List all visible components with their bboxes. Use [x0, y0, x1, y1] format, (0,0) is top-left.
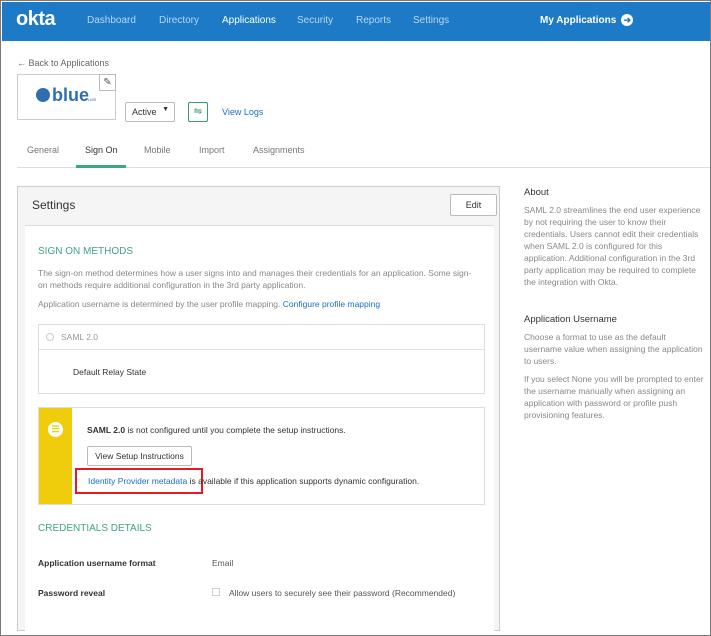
profile-mapping-text: Application username is determined by th… [38, 298, 498, 310]
sign-on-desc-line1: The sign-on method determines how a user… [38, 268, 472, 278]
nav-directory[interactable]: Directory [159, 15, 199, 26]
tab-import[interactable]: Import [199, 145, 225, 155]
app-logo-text: blue [52, 85, 90, 105]
chevron-down-icon: ▼ [162, 106, 169, 113]
saml-label: SAML 2.0 [61, 332, 99, 342]
view-setup-instructions-button[interactable]: View Setup Instructions [87, 446, 192, 466]
password-reveal-label: Password reveal [38, 588, 106, 598]
list-icon: ☰ [48, 422, 63, 437]
nav-reports[interactable]: Reports [356, 15, 391, 26]
app-logo-sub: LMS [88, 97, 97, 102]
warning-bar: ☰ [39, 408, 72, 504]
nav-settings[interactable]: Settings [413, 15, 449, 26]
application-username-text1: Choose a format to use as the default us… [524, 332, 703, 366]
identity-provider-metadata-link[interactable]: Identity Provider metadata [88, 476, 187, 486]
application-username-title: Application Username [524, 314, 617, 325]
nav-dashboard[interactable]: Dashboard [87, 15, 136, 26]
app-status-dropdown[interactable]: Active ▼ [125, 102, 175, 122]
username-format-label: Application username format [38, 558, 156, 568]
settings-body: SIGN ON METHODS The sign-on method deter… [25, 225, 494, 631]
tab-sign-on[interactable]: Sign On [85, 145, 118, 155]
okta-logo[interactable]: okta [16, 8, 56, 31]
my-applications-label: My Applications [540, 14, 617, 26]
metadata-desc: is available if this application support… [187, 476, 420, 486]
setup-warning: ☰ SAML 2.0 is not configured until you c… [38, 407, 485, 505]
blue-logo-mark [36, 88, 50, 102]
password-reveal-checkbox[interactable] [212, 588, 220, 596]
edit-button[interactable]: Edit [450, 194, 497, 216]
active-tab-indicator [76, 165, 126, 168]
arrow-right-icon: ➜ [621, 14, 634, 26]
about-title: About [524, 187, 549, 198]
warning-message: SAML 2.0 is not configured until you com… [87, 425, 346, 435]
sign-on-desc-line2: on methods require additional configurat… [38, 280, 306, 290]
password-reveal-text: Allow users to securely see their passwo… [229, 588, 456, 598]
top-nav: okta Dashboard Directory Applications Se… [2, 2, 710, 41]
tab-mobile[interactable]: Mobile [144, 145, 171, 155]
tab-assignments[interactable]: Assignments [253, 145, 305, 155]
profile-mapping-desc: Application username is determined by th… [38, 299, 281, 309]
nav-security[interactable]: Security [297, 15, 333, 26]
metadata-row: Identity Provider metadata is available … [75, 468, 475, 494]
push-apps-icon[interactable]: ⇋ [188, 102, 208, 122]
username-format-value: Email [212, 558, 234, 568]
edit-logo-pencil-icon[interactable]: ✎ [99, 74, 116, 91]
saml-option: SAML 2.0 Default Relay State [38, 324, 485, 394]
about-text: SAML 2.0 streamlines the end user experi… [524, 205, 701, 287]
saml-radio[interactable] [46, 333, 54, 341]
default-relay-state-label: Default Relay State [73, 367, 147, 377]
metadata-text: Identity Provider metadata is available … [88, 476, 419, 486]
my-applications-link[interactable]: My Applications ➜ [540, 14, 634, 26]
warning-message-text: is not configured until you complete the… [125, 425, 346, 435]
application-username-text2: If you select None you will be prompted … [524, 374, 704, 420]
configure-profile-mapping-link[interactable]: Configure profile mapping [283, 299, 380, 309]
back-to-applications-link[interactable]: ← Back to Applications [17, 58, 109, 68]
sign-on-methods-heading: SIGN ON METHODS [38, 246, 134, 257]
credentials-details-heading: CREDENTIALS DETAILS [38, 523, 152, 534]
warning-message-bold: SAML 2.0 [87, 425, 126, 435]
settings-panel: Settings Edit SIGN ON METHODS The sign-o… [17, 186, 500, 631]
about-section: About SAML 2.0 streamlines the end user … [524, 187, 704, 288]
view-logs-link[interactable]: View Logs [222, 107, 263, 117]
app-window: okta Dashboard Directory Applications Se… [0, 0, 711, 636]
saml-option-header: SAML 2.0 [39, 325, 484, 350]
settings-title: Settings [32, 198, 76, 212]
app-tabs: General Sign On Mobile Import Assignment… [17, 136, 710, 168]
nav-applications[interactable]: Applications [222, 15, 276, 26]
application-username-section: Application Username Choose a format to … [524, 314, 704, 421]
status-value: Active [132, 107, 157, 117]
tab-general[interactable]: General [27, 145, 59, 155]
